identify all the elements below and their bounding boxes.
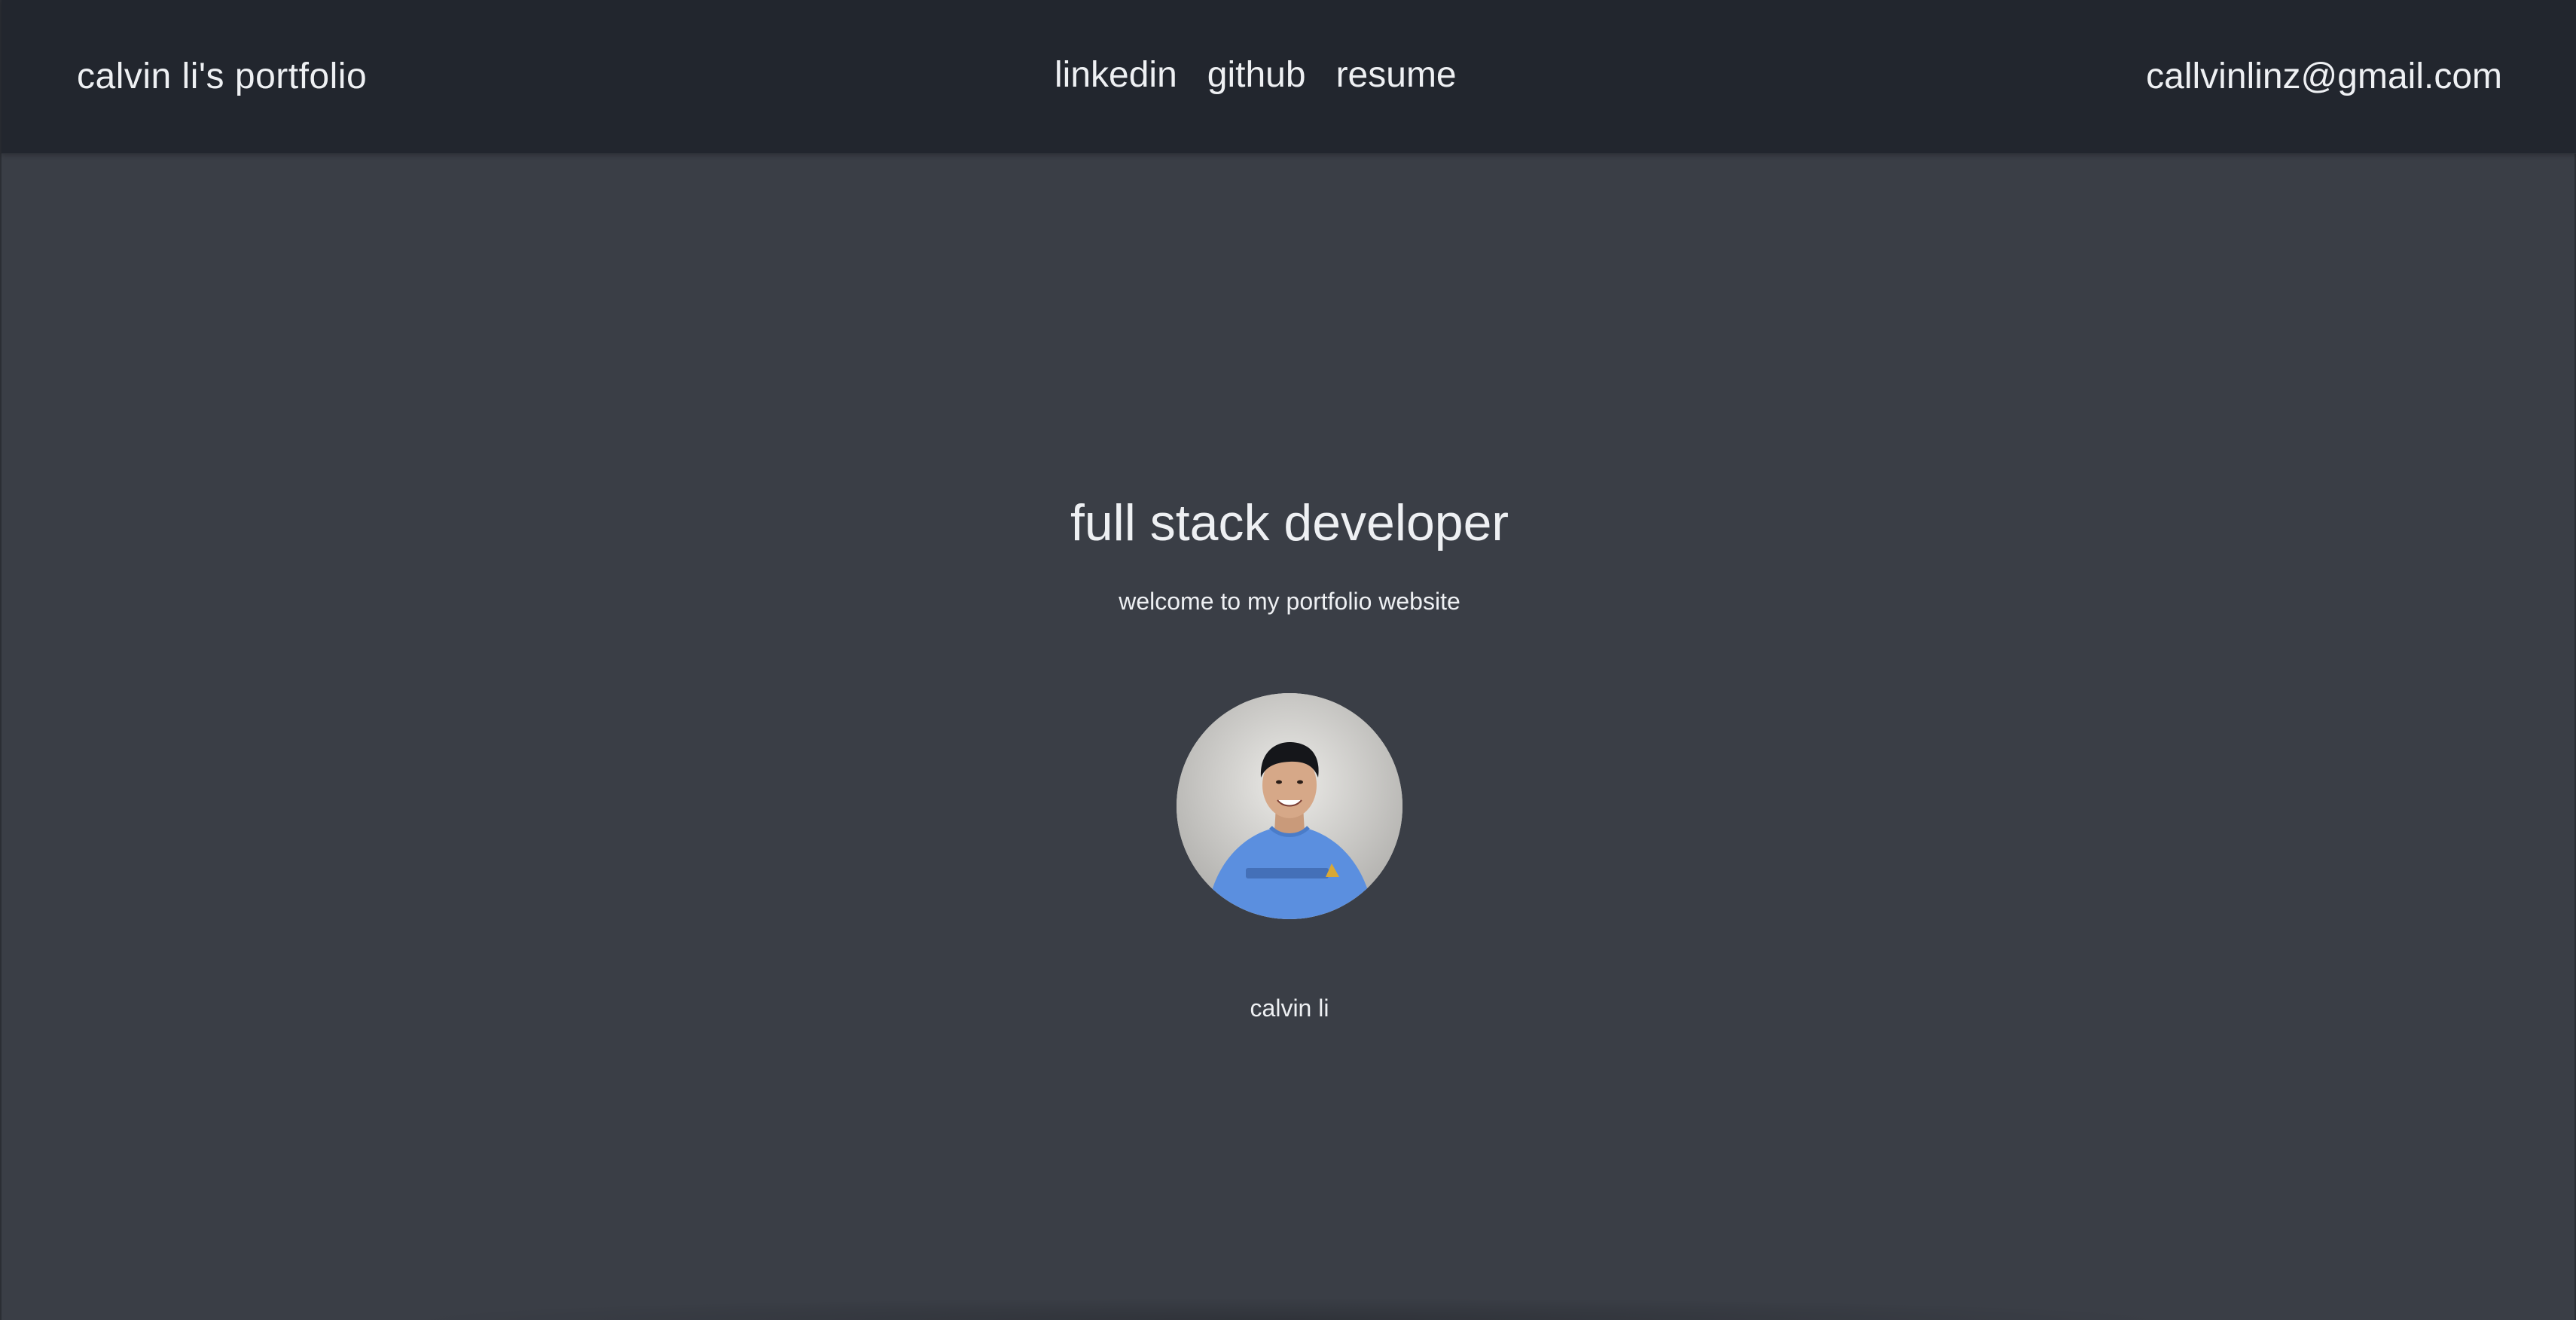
page: calvin li's portfolio linkedin github re… xyxy=(0,0,2576,1320)
avatar xyxy=(1177,693,1402,919)
navbar: calvin li's portfolio linkedin github re… xyxy=(2,0,2576,154)
nav-link-github[interactable]: github xyxy=(1207,53,1306,98)
bottom-shadow xyxy=(378,1297,2201,1320)
brand-link[interactable]: calvin li's portfolio xyxy=(77,54,367,99)
nav-links: linkedin github resume xyxy=(1055,53,1457,98)
email-link[interactable]: callvinlinz@gmail.com xyxy=(2146,54,2502,99)
hero-headline: full stack developer xyxy=(1070,494,1509,552)
hero-section: full stack developer welcome to my portf… xyxy=(2,154,2576,1320)
hero-subtitle: welcome to my portfolio website xyxy=(1119,588,1460,615)
nav-link-resume[interactable]: resume xyxy=(1336,53,1457,98)
nav-link-linkedin[interactable]: linkedin xyxy=(1055,53,1177,98)
profile-name: calvin li xyxy=(1250,995,1329,1022)
profile-photo-icon xyxy=(1177,693,1402,919)
